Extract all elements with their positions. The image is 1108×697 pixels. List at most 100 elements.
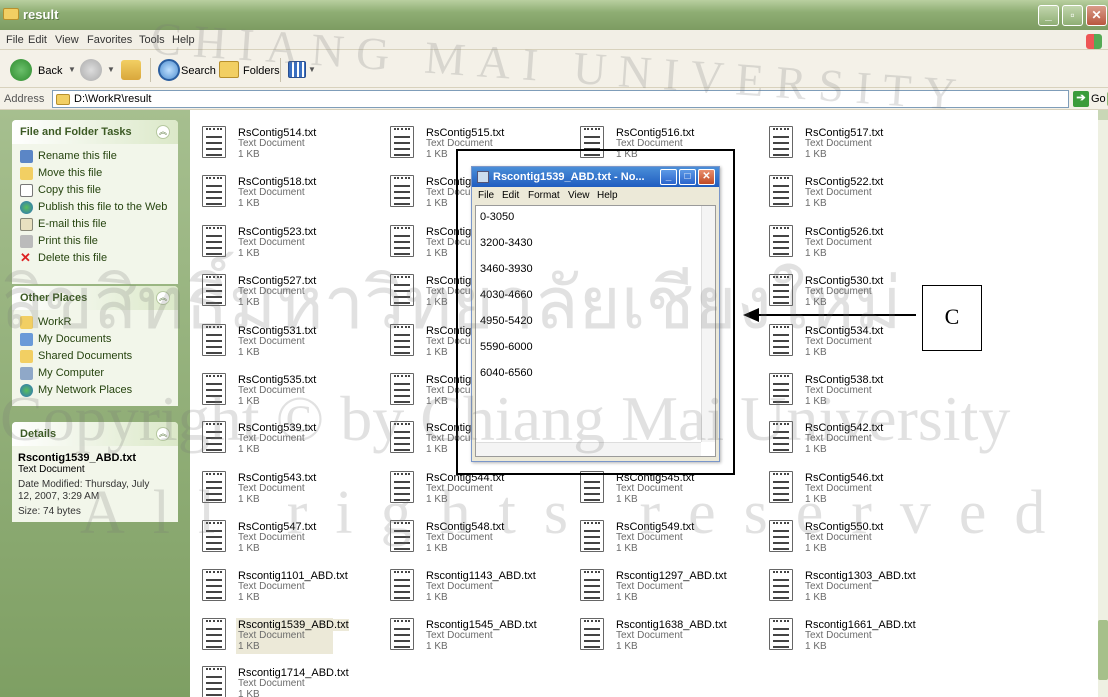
text-document-icon[interactable] (390, 175, 414, 207)
collapse-chevron-icon[interactable]: ︽ (156, 427, 170, 441)
menu-view[interactable]: View (55, 34, 79, 46)
text-document-icon[interactable] (769, 225, 793, 257)
notepad-titlebar[interactable]: Rscontig1539_ABD.txt - No... _ □ ✕ (472, 167, 719, 187)
text-document-icon[interactable] (769, 569, 793, 601)
text-document-icon[interactable] (390, 520, 414, 552)
task-rename[interactable]: Rename this file (12, 148, 178, 165)
file-item[interactable]: RsContig514.txt Text Document 1 KB (190, 120, 370, 164)
notepad-close-button[interactable]: ✕ (698, 169, 715, 185)
file-item[interactable]: RsContig538.txt Text Document 1 KB (757, 367, 937, 411)
scroll-up-icon[interactable] (1098, 110, 1108, 120)
text-document-icon[interactable] (769, 324, 793, 356)
place-shared-documents[interactable]: Shared Documents (12, 348, 178, 365)
folders-button[interactable]: Folders (243, 65, 280, 77)
file-item[interactable]: RsContig526.txt Text Document 1 KB (757, 219, 937, 263)
task-publish[interactable]: Publish this file to the Web (12, 199, 178, 216)
back-button[interactable]: Back (38, 65, 62, 77)
text-document-icon[interactable] (769, 421, 793, 453)
notepad-menu-help[interactable]: Help (597, 190, 618, 201)
text-document-icon[interactable] (390, 373, 414, 405)
forward-arrow-icon[interactable] (80, 59, 102, 81)
file-item[interactable]: RsContig534.txt Text Document 1 KB (757, 318, 937, 362)
task-copy[interactable]: Copy this file (12, 182, 178, 199)
text-document-icon[interactable] (202, 324, 226, 356)
task-label[interactable]: Delete this file (38, 252, 107, 264)
place-my-computer[interactable]: My Computer (12, 365, 178, 382)
search-icon[interactable] (158, 59, 180, 81)
text-document-icon[interactable] (769, 618, 793, 650)
text-document-icon[interactable] (769, 274, 793, 306)
text-document-icon[interactable] (390, 126, 414, 158)
address-value[interactable]: D:\WorkR\result (74, 93, 151, 105)
panel-header[interactable]: Other Places ︽ (12, 286, 178, 310)
task-email[interactable]: E-mail this file (12, 216, 178, 233)
text-document-icon[interactable] (390, 421, 414, 453)
file-item[interactable]: RsContig527.txt Text Document 1 KB (190, 268, 370, 312)
search-button[interactable]: Search (181, 65, 216, 77)
task-label[interactable]: Publish this file to the Web (38, 201, 167, 213)
text-document-icon[interactable] (202, 471, 226, 503)
text-document-icon[interactable] (580, 520, 604, 552)
go-button[interactable]: Go (1091, 93, 1106, 105)
place-label[interactable]: Shared Documents (38, 350, 132, 362)
back-arrow-icon[interactable] (10, 59, 32, 81)
notepad-maximize-button[interactable]: □ (679, 169, 696, 185)
notepad-text-area[interactable]: 0-3050 3200-3430 3460-3930 4030-4660 495… (475, 205, 716, 457)
file-item[interactable]: RsContig547.txt Text Document 1 KB (190, 514, 370, 558)
file-item[interactable]: RsContig535.txt Text Document 1 KB (190, 367, 370, 411)
text-document-icon[interactable] (390, 324, 414, 356)
text-document-icon[interactable] (580, 569, 604, 601)
file-item[interactable]: RsContig530.txt Text Document 1 KB (757, 268, 937, 312)
notepad-horizontal-scrollbar[interactable] (476, 442, 701, 456)
file-item[interactable]: RsContig517.txt Text Document 1 KB (757, 120, 937, 164)
place-label[interactable]: My Network Places (38, 384, 132, 396)
file-item[interactable]: Rscontig1303_ABD.txt Text Document 1 KB (757, 563, 937, 607)
text-document-icon[interactable] (390, 225, 414, 257)
file-item[interactable]: Rscontig1661_ABD.txt Text Document 1 KB (757, 612, 937, 656)
file-item[interactable]: RsContig523.txt Text Document 1 KB (190, 219, 370, 263)
file-item[interactable]: RsContig543.txt Text Document 1 KB (190, 465, 370, 509)
text-document-icon[interactable] (202, 520, 226, 552)
up-folder-icon[interactable] (121, 60, 141, 80)
folders-icon[interactable] (219, 61, 239, 78)
text-document-icon[interactable] (390, 274, 414, 306)
views-dropdown-icon[interactable]: ▼ (308, 65, 316, 74)
file-item[interactable]: Rscontig1143_ABD.txt Text Document 1 KB (378, 563, 558, 607)
text-document-icon[interactable] (769, 373, 793, 405)
text-document-icon[interactable] (769, 471, 793, 503)
close-button[interactable]: ✕ (1086, 5, 1107, 26)
task-label[interactable]: Print this file (38, 235, 98, 247)
text-document-icon[interactable] (202, 569, 226, 601)
place-my-network[interactable]: My Network Places (12, 382, 178, 399)
text-document-icon[interactable] (202, 618, 226, 650)
text-document-icon[interactable] (202, 274, 226, 306)
text-document-icon[interactable] (390, 471, 414, 503)
file-item[interactable]: RsContig546.txt Text Document 1 KB (757, 465, 937, 509)
notepad-menu-format[interactable]: Format (528, 190, 560, 201)
text-document-icon[interactable] (202, 126, 226, 158)
address-input[interactable]: D:\WorkR\result ▼ (52, 90, 1108, 108)
task-label[interactable]: Copy this file (38, 184, 101, 196)
panel-header[interactable]: Details ︽ (12, 422, 178, 446)
collapse-chevron-icon[interactable]: ︽ (156, 291, 170, 305)
menu-edit[interactable]: Edit (28, 34, 47, 46)
notepad-minimize-button[interactable]: _ (660, 169, 677, 185)
place-workr[interactable]: WorkR (12, 314, 178, 331)
text-document-icon[interactable] (580, 618, 604, 650)
menu-file[interactable]: File (6, 34, 24, 46)
file-item[interactable]: Rscontig1714_ABD.txt Text Document 1 KB (190, 660, 370, 697)
file-item[interactable]: Rscontig1297_ABD.txt Text Document 1 KB (568, 563, 748, 607)
notepad-window[interactable]: Rscontig1539_ABD.txt - No... _ □ ✕ File … (471, 166, 720, 462)
text-document-icon[interactable] (769, 126, 793, 158)
file-item[interactable]: RsContig531.txt Text Document 1 KB (190, 318, 370, 362)
menu-favorites[interactable]: Favorites (87, 34, 132, 46)
task-label[interactable]: E-mail this file (38, 218, 106, 230)
file-item[interactable]: Rscontig1539_ABD.txt Text Document 1 KB (190, 612, 370, 656)
text-document-icon[interactable] (202, 175, 226, 207)
file-item[interactable]: RsContig522.txt Text Document 1 KB (757, 169, 937, 213)
file-item[interactable]: RsContig548.txt Text Document 1 KB (378, 514, 558, 558)
file-item[interactable]: RsContig539.txt Text Document 1 KB (190, 415, 370, 459)
place-my-documents[interactable]: My Documents (12, 331, 178, 348)
menu-help[interactable]: Help (172, 34, 195, 46)
task-delete[interactable]: ✕ Delete this file (12, 250, 178, 267)
